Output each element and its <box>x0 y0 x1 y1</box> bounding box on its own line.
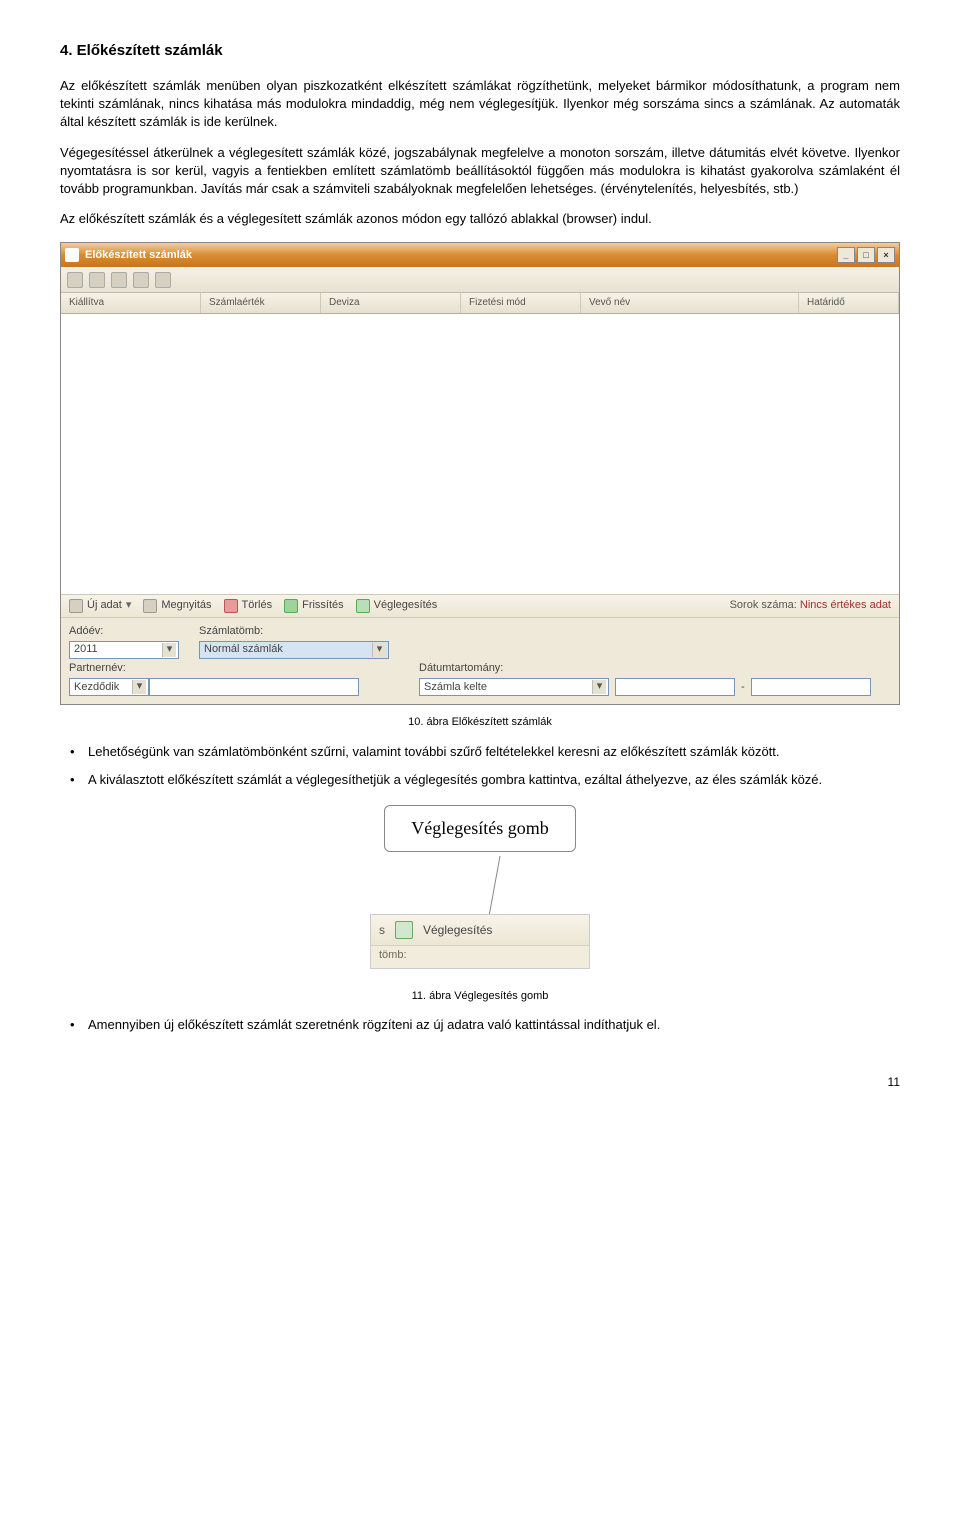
taxyear-select[interactable]: 2011 ▾ <box>69 641 179 659</box>
grid-body-empty <box>61 314 899 594</box>
list-item: A kiválasztott előkészített számlát a vé… <box>60 771 900 789</box>
toolbar-icon[interactable] <box>111 272 127 288</box>
taxyear-value: 2011 <box>74 642 98 657</box>
finalize-button[interactable]: Véglegesítés <box>356 598 438 613</box>
chevron-down-icon: ▾ <box>162 643 176 657</box>
window-controls: _ □ × <box>837 247 895 263</box>
open-button[interactable]: Megnyitás <box>143 598 211 613</box>
date-range-dash: - <box>735 680 751 695</box>
callout-label: Véglegesítés gomb <box>384 805 575 852</box>
crop-letter: s <box>379 922 385 939</box>
crop-sub: tömb: <box>371 946 589 967</box>
partner-mode-select[interactable]: Kezdődik ▾ <box>69 678 149 696</box>
figure-caption: 11. ábra Véglegesítés gomb <box>60 989 900 1004</box>
row-count-label: Sorok száma: <box>730 599 797 611</box>
action-bar: Új adat ▾ Megnyitás Törlés Frissítés Vég… <box>61 594 899 617</box>
bullet-list: Lehetőségünk van számlatömbönként szűrni… <box>60 743 900 789</box>
minimize-button[interactable]: _ <box>837 247 855 263</box>
filter-bar: Adóév: 2011 ▾ Számlatömb: Normál számlák… <box>61 618 899 705</box>
top-toolbar <box>61 267 899 293</box>
paragraph: Az előkészített számlák menüben olyan pi… <box>60 77 900 132</box>
chevron-down-icon: ▾ <box>592 680 606 694</box>
row-count-value: Nincs értékes adat <box>800 599 891 611</box>
date-from-input[interactable] <box>615 678 735 696</box>
column-header-szamlaertek[interactable]: Számlaérték <box>201 293 321 313</box>
titlebar: Előkészített számlák _ □ × <box>61 243 899 267</box>
window-title: Előkészített számlák <box>85 248 192 263</box>
datefield-select[interactable]: Számla kelte ▾ <box>419 678 609 696</box>
callout-figure: Véglegesítés gomb s Véglegesítés tömb: <box>60 805 900 969</box>
column-header-hatarido[interactable]: Határidő <box>799 293 899 313</box>
column-header-deviza[interactable]: Deviza <box>321 293 461 313</box>
finalize-button-crop: s Véglegesítés tömb: <box>370 914 590 968</box>
app-window: Előkészített számlák _ □ × Kiállítva Szá… <box>60 242 900 705</box>
daterange-label: Dátumtartomány: <box>419 661 871 676</box>
partner-label: Partnernév: <box>69 661 359 676</box>
column-header-vevo[interactable]: Vevő név <box>581 293 799 313</box>
open-icon <box>143 599 157 613</box>
column-header-fizmod[interactable]: Fizetési mód <box>461 293 581 313</box>
invoiceblock-label: Számlatömb: <box>199 624 389 639</box>
refresh-button[interactable]: Frissítés <box>284 598 344 613</box>
finalize-icon <box>395 921 413 939</box>
delete-icon <box>224 599 238 613</box>
paragraph: Az előkészített számlák és a véglegesíte… <box>60 210 900 228</box>
invoiceblock-select[interactable]: Normál számlák ▾ <box>199 641 389 659</box>
new-icon <box>69 599 83 613</box>
finalize-label: Véglegesítés <box>374 598 438 613</box>
section-heading: 4. Előkészített számlák <box>60 40 900 61</box>
list-item: Amennyiben új előkészített számlát szere… <box>60 1016 900 1034</box>
column-header-kiallitva[interactable]: Kiállítva <box>61 293 201 313</box>
partner-mode-value: Kezdődik <box>74 680 119 695</box>
finalize-label: Véglegesítés <box>423 922 492 939</box>
chevron-down-icon: ▾ <box>132 680 146 694</box>
new-label: Új adat <box>87 598 122 613</box>
figure-caption: 10. ábra Előkészített számlák <box>60 715 900 730</box>
delete-button[interactable]: Törlés <box>224 598 273 613</box>
new-button[interactable]: Új adat ▾ <box>69 598 131 613</box>
delete-label: Törlés <box>242 598 273 613</box>
partner-input[interactable] <box>149 678 359 696</box>
open-label: Megnyitás <box>161 598 211 613</box>
toolbar-icon[interactable] <box>133 272 149 288</box>
maximize-button[interactable]: □ <box>857 247 875 263</box>
chevron-down-icon: ▾ <box>372 643 386 657</box>
dropdown-arrow-icon[interactable]: ▾ <box>126 598 132 613</box>
refresh-icon <box>284 599 298 613</box>
toolbar-icon[interactable] <box>155 272 171 288</box>
toolbar-icon[interactable] <box>89 272 105 288</box>
list-item: Lehetőségünk van számlatömbönként szűrni… <box>60 743 900 761</box>
finalize-icon <box>356 599 370 613</box>
datefield-value: Számla kelte <box>424 680 487 695</box>
table-header-row: Kiállítva Számlaérték Deviza Fizetési mó… <box>61 293 899 314</box>
toolbar-icon[interactable] <box>67 272 83 288</box>
page-number: 11 <box>60 1074 900 1091</box>
taxyear-label: Adóév: <box>69 624 179 639</box>
refresh-label: Frissítés <box>302 598 344 613</box>
row-count: Sorok száma: Nincs értékes adat <box>730 598 891 613</box>
bullet-list: Amennyiben új előkészített számlát szere… <box>60 1016 900 1034</box>
paragraph: Végegesítéssel átkerülnek a véglegesítet… <box>60 144 900 199</box>
callout-connector <box>480 856 481 916</box>
invoiceblock-value: Normál számlák <box>204 642 283 657</box>
date-to-input[interactable] <box>751 678 871 696</box>
close-button[interactable]: × <box>877 247 895 263</box>
app-icon <box>65 248 79 262</box>
